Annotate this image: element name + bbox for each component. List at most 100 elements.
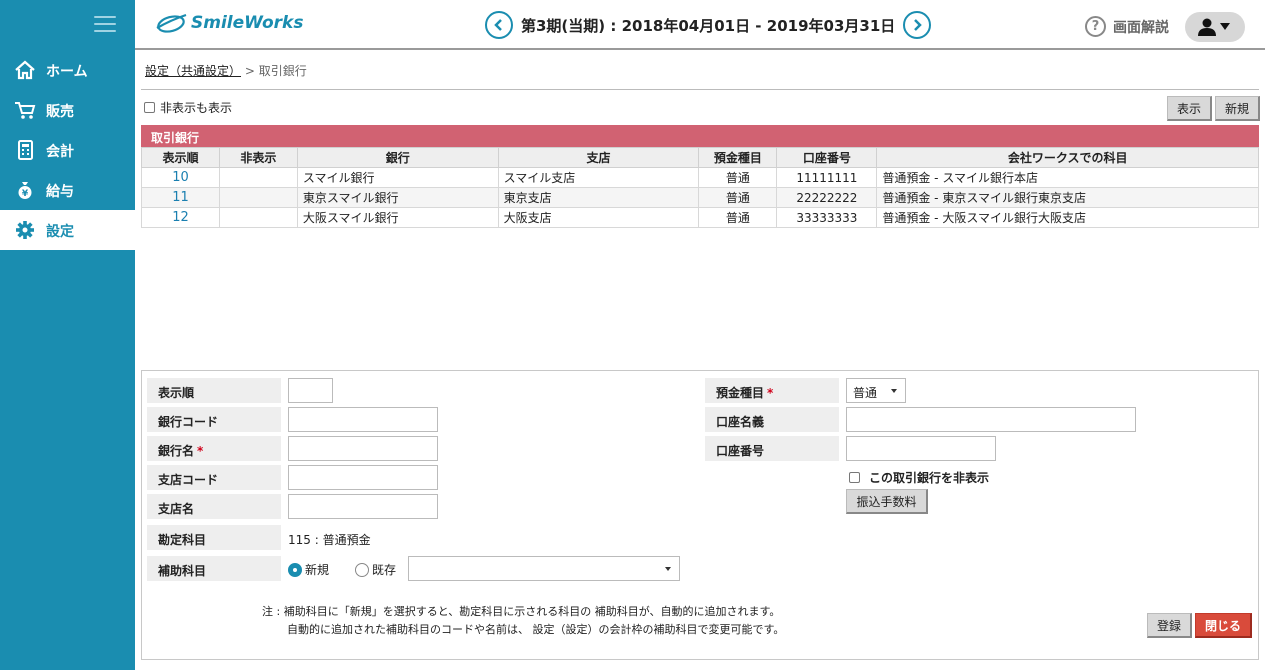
- account-number-input[interactable]: [846, 436, 996, 461]
- register-button[interactable]: 登録: [1147, 613, 1192, 638]
- order-link[interactable]: 10: [172, 170, 189, 185]
- note-line-2: 自動的に追加された補助科目のコードや名前は、 設定（設定）の会計枠の補助科目で変…: [287, 623, 785, 636]
- sidebar-item-sales[interactable]: 販売: [0, 90, 135, 130]
- branch-code-label: 支店コード: [147, 465, 281, 490]
- deposit-type-cell: 普通: [698, 167, 778, 188]
- account-number-label: 口座番号: [705, 436, 839, 461]
- column-header: 非表示: [218, 147, 298, 168]
- account-holder-label-text: 口座名義: [716, 415, 765, 429]
- home-icon: [15, 60, 35, 80]
- close-button[interactable]: 閉じる: [1195, 613, 1252, 638]
- app-name: SmileWorks: [191, 13, 304, 33]
- sidebar-item-home[interactable]: ホーム: [0, 50, 135, 90]
- order-label-text: 表示順: [158, 386, 195, 400]
- sidebar-item-settings[interactable]: 設定: [0, 210, 135, 250]
- sidebar-item-payroll[interactable]: ¥ 給与: [0, 170, 135, 210]
- column-header: 預金種目: [698, 147, 778, 168]
- display-button[interactable]: 表示: [1167, 96, 1212, 121]
- user-icon: [1198, 18, 1230, 36]
- deposit-type-label-text: 預金種目: [716, 386, 765, 400]
- radio-existing-option[interactable]: 既存: [355, 561, 396, 578]
- branch-cell: 東京支店: [497, 187, 700, 208]
- branch-cell: スマイル支店: [497, 167, 700, 188]
- radio-new-label: 新規: [305, 563, 330, 577]
- bank-code-input[interactable]: [288, 407, 438, 432]
- sub-subject-label-text: 補助科目: [158, 564, 207, 578]
- radio-new[interactable]: [288, 562, 302, 577]
- moneybag-icon: ¥: [18, 182, 32, 199]
- radio-existing[interactable]: [355, 562, 369, 577]
- sidebar-item-label: ホーム: [46, 64, 88, 80]
- order-link[interactable]: 12: [172, 210, 189, 225]
- branch-code-input[interactable]: [288, 465, 438, 490]
- prev-period-button[interactable]: [485, 11, 513, 39]
- chevron-left-icon: [494, 19, 502, 31]
- sidebar-item-label: 給与: [46, 184, 74, 200]
- hidden-cell: [218, 167, 298, 188]
- next-period-button[interactable]: [903, 11, 932, 39]
- deposit-type-cell: 普通: [698, 207, 778, 228]
- hide-bank-toggle[interactable]: この取引銀行を非表示: [849, 469, 989, 486]
- column-header: 銀行: [296, 147, 499, 168]
- branch-name-input[interactable]: [288, 494, 438, 519]
- hamburger-menu-icon[interactable]: [94, 14, 116, 34]
- hide-bank-checkbox[interactable]: [849, 472, 860, 483]
- period-navigator: 第3期(当期) : 2018年04月01日 - 2019年03月31日: [485, 11, 932, 39]
- new-button[interactable]: 新規: [1215, 96, 1260, 121]
- breadcrumb-current: 取引銀行: [258, 64, 307, 78]
- show-hidden-toggle[interactable]: 非表示も表示: [144, 99, 232, 116]
- sidebar-item-label: 販売: [46, 104, 74, 120]
- order-input[interactable]: [288, 378, 333, 403]
- branch-code-label-text: 支店コード: [158, 473, 219, 487]
- required-mark: *: [767, 386, 774, 400]
- radio-new-option[interactable]: 新規: [288, 561, 329, 578]
- subject-cell: 普通預金 - 大阪スマイル銀行大阪支店: [876, 207, 1259, 228]
- column-header: 支店: [497, 147, 700, 168]
- period-label: 第3期(当期) : 2018年04月01日 - 2019年03月31日: [521, 16, 896, 35]
- deposit-type-label: 預金種目 *: [705, 378, 839, 403]
- account-subject-value: 115 : 普通預金: [288, 533, 371, 547]
- dropdown-caret-icon: [665, 567, 671, 571]
- column-header: 口座番号: [776, 147, 878, 168]
- bank-name-input[interactable]: [288, 436, 438, 461]
- branch-cell: 大阪支店: [497, 207, 700, 228]
- table-row[interactable]: 10 スマイル銀行 スマイル支店 普通 11111111 普通預金 - スマイル…: [141, 167, 1259, 188]
- calculator-icon: [18, 140, 33, 160]
- order-cell: 12: [141, 207, 220, 228]
- order-link[interactable]: 11: [172, 190, 189, 205]
- account-number-label-text: 口座番号: [716, 444, 765, 458]
- sub-subject-select[interactable]: [408, 556, 680, 581]
- header: SmileWorks 第3期(当期) : 2018年04月01日 - 2019年…: [135, 0, 1265, 50]
- account-number-cell: 22222222: [776, 187, 878, 208]
- table-row[interactable]: 12 大阪スマイル銀行 大阪支店 普通 33333333 普通預金 - 大阪スマ…: [141, 207, 1259, 228]
- user-menu-button[interactable]: [1185, 12, 1245, 42]
- deposit-type-value: 普通: [853, 386, 878, 400]
- show-hidden-label: 非表示も表示: [160, 101, 233, 115]
- dropdown-caret-icon: [891, 389, 897, 393]
- required-mark: *: [197, 444, 204, 458]
- breadcrumb: 設定（共通設定） > 取引銀行: [145, 62, 307, 79]
- bank-code-label: 銀行コード: [147, 407, 281, 432]
- breadcrumb-separator: >: [244, 64, 255, 78]
- sub-subject-label: 補助科目: [147, 556, 281, 581]
- account-holder-input[interactable]: [846, 407, 1136, 432]
- bank-cell: スマイル銀行: [296, 167, 499, 188]
- account-subject-label: 勘定科目: [147, 525, 281, 550]
- transfer-fee-button[interactable]: 振込手数料: [846, 489, 928, 514]
- breadcrumb-parent-link[interactable]: 設定（共通設定）: [145, 64, 241, 78]
- sidebar: ホーム 販売 会計 ¥ 給与 設定: [0, 0, 135, 670]
- branch-name-label-text: 支店名: [158, 502, 195, 516]
- deposit-type-select[interactable]: 普通: [846, 378, 906, 403]
- deposit-type-cell: 普通: [698, 187, 778, 208]
- table-row[interactable]: 11 東京スマイル銀行 東京支店 普通 22222222 普通預金 - 東京スマ…: [141, 187, 1259, 208]
- show-hidden-checkbox[interactable]: [144, 102, 155, 113]
- divider: [141, 89, 1259, 90]
- bank-cell: 大阪スマイル銀行: [296, 207, 499, 228]
- help-button[interactable]: ? 画面解説: [1085, 16, 1169, 37]
- subject-cell: 普通預金 - 東京スマイル銀行東京支店: [876, 187, 1259, 208]
- form-note: 注 : 補助科目に「新規」を選択すると、勘定科目に示される科目の 補助科目が、自…: [262, 603, 784, 639]
- help-label: 画面解説: [1113, 19, 1169, 36]
- gear-icon: [16, 221, 34, 239]
- sidebar-item-label: 設定: [46, 224, 74, 240]
- sidebar-item-accounting[interactable]: 会計: [0, 130, 135, 170]
